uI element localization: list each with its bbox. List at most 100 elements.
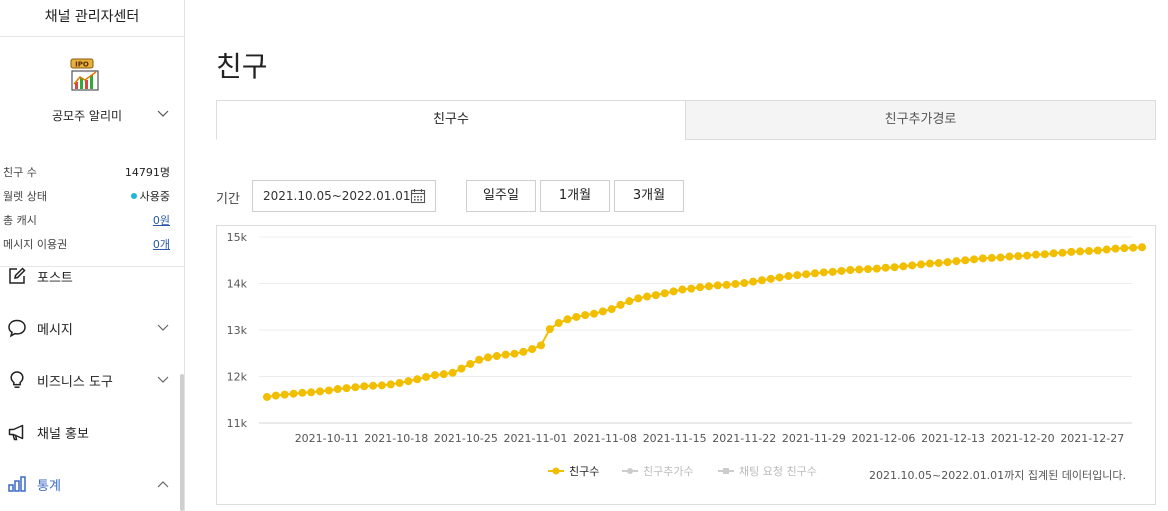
data-point (1111, 244, 1120, 253)
x-tick-label: 2021-10-11 (295, 432, 359, 445)
sidebar-scrollbar[interactable] (180, 374, 184, 511)
x-tick-label: 2021-12-13 (921, 432, 985, 445)
tab-friend-count[interactable]: 친구수 (216, 100, 686, 140)
data-point (475, 355, 484, 364)
stat-friends-label: 친구 수 (3, 166, 37, 179)
y-tick-label: 12k (227, 371, 248, 384)
data-range-note: 2021.10.05~2022.01.01까지 집계된 데이터입니다. (869, 469, 1126, 482)
series-line (266, 246, 1143, 398)
data-point (422, 372, 431, 381)
x-tick-label: 2021-11-29 (782, 432, 846, 445)
date-range-value: 2021.10.05~2022.01.01 (263, 189, 411, 203)
data-point (404, 377, 413, 386)
nav-item-promotion[interactable]: 채널 홍보 (0, 415, 184, 449)
y-tick-label: 14k (227, 278, 248, 291)
nav-item-label: 포스트 (37, 271, 73, 286)
stat-message-pass-label: 메시지 이용권 (3, 238, 68, 251)
x-tick-label: 2021-11-22 (712, 432, 776, 445)
data-point (651, 291, 660, 300)
stat-wallet: 월렛 상태 사용중 (0, 186, 172, 204)
edit-icon (9, 267, 26, 284)
nav-item-label: 메시지 (37, 323, 73, 338)
stat-cash-link[interactable]: 0원 (153, 212, 170, 228)
tab-friend-source[interactable]: 친구추가경로 (685, 100, 1156, 140)
data-point (466, 359, 475, 368)
period-button-1month[interactable]: 1개월 (540, 180, 610, 212)
channel-logo-icon: IPO (70, 58, 99, 91)
data-point (1067, 247, 1076, 256)
x-tick-label: 2021-10-25 (434, 432, 498, 445)
date-range-picker[interactable]: 2021.10.05~2022.01.01 (252, 180, 436, 212)
data-point (1005, 252, 1014, 261)
period-button-week[interactable]: 일주일 (466, 180, 536, 212)
data-point (1049, 249, 1058, 258)
data-point (528, 345, 537, 354)
data-point (819, 268, 828, 277)
data-point (457, 364, 466, 373)
data-point (1120, 244, 1129, 253)
data-point (704, 282, 713, 291)
nav-item-label: 비즈니스 도구 (37, 375, 113, 390)
data-point (722, 280, 731, 289)
data-point (934, 259, 943, 268)
nav-item-statistics[interactable]: 통계 (0, 467, 184, 501)
legend-line-dot-icon (548, 467, 564, 475)
data-point (872, 264, 881, 273)
legend-line-square-icon (718, 468, 734, 474)
data-point (678, 285, 687, 294)
legend-label: 친구추가수 (643, 465, 694, 478)
data-point (660, 289, 669, 298)
data-point (784, 272, 793, 281)
data-point (1058, 248, 1067, 257)
data-point (837, 266, 846, 275)
channel-selector[interactable]: 공모주 알리미 (0, 104, 184, 128)
stat-friends: 친구 수 14791명 (0, 162, 172, 180)
nav-item-label: 통계 (37, 479, 61, 494)
period-button-3months[interactable]: 3개월 (614, 180, 684, 212)
data-point (1129, 243, 1138, 252)
data-point (448, 368, 457, 377)
lightbulb-icon (10, 371, 24, 388)
data-point (996, 253, 1005, 262)
data-point (749, 277, 758, 286)
data-point (263, 392, 271, 401)
data-point (1023, 251, 1032, 260)
data-point (572, 312, 581, 321)
data-point (917, 260, 926, 269)
data-point (881, 263, 890, 272)
stat-cash-label: 총 캐시 (3, 214, 37, 227)
data-point (1084, 246, 1093, 255)
stat-message-pass-link[interactable]: 0개 (153, 236, 170, 252)
x-tick-label: 2021-11-01 (503, 432, 567, 445)
chevron-down-icon (157, 110, 169, 117)
nav-item-business-tools[interactable]: 비즈니스 도구 (0, 363, 184, 397)
data-point (519, 347, 528, 356)
data-point (899, 262, 908, 271)
data-point (970, 255, 979, 264)
data-point (483, 353, 492, 362)
nav-item-message[interactable]: 메시지 (0, 311, 184, 345)
nav-item-post[interactable]: 포스트 (0, 259, 184, 293)
megaphone-icon (8, 424, 24, 441)
data-point (943, 258, 952, 267)
data-point (1093, 246, 1102, 255)
stat-wallet-status: 사용중 (130, 188, 170, 204)
stat-wallet-value: 사용중 (139, 190, 170, 203)
data-point (590, 309, 599, 318)
data-point (925, 259, 934, 268)
stat-message-pass: 메시지 이용권 0개 (0, 234, 172, 252)
stat-cash: 총 캐시 0원 (0, 210, 172, 228)
channel-logo-text: IPO (75, 61, 89, 69)
data-point (430, 371, 439, 380)
legend-label: 채팅 요청 친구수 (739, 465, 817, 478)
sidebar: 채널 관리자센터 IPO 공모주 알리미 친구 수 14791명 월렛 상태 사… (0, 0, 185, 511)
data-point (271, 391, 280, 400)
data-point (289, 389, 298, 398)
x-tick-label: 2021-12-27 (1060, 432, 1124, 445)
data-point (1040, 250, 1049, 259)
data-point (731, 279, 740, 288)
page-title: 친구 (216, 50, 268, 83)
data-point (828, 267, 837, 276)
data-point (766, 274, 775, 283)
data-point (554, 319, 563, 328)
